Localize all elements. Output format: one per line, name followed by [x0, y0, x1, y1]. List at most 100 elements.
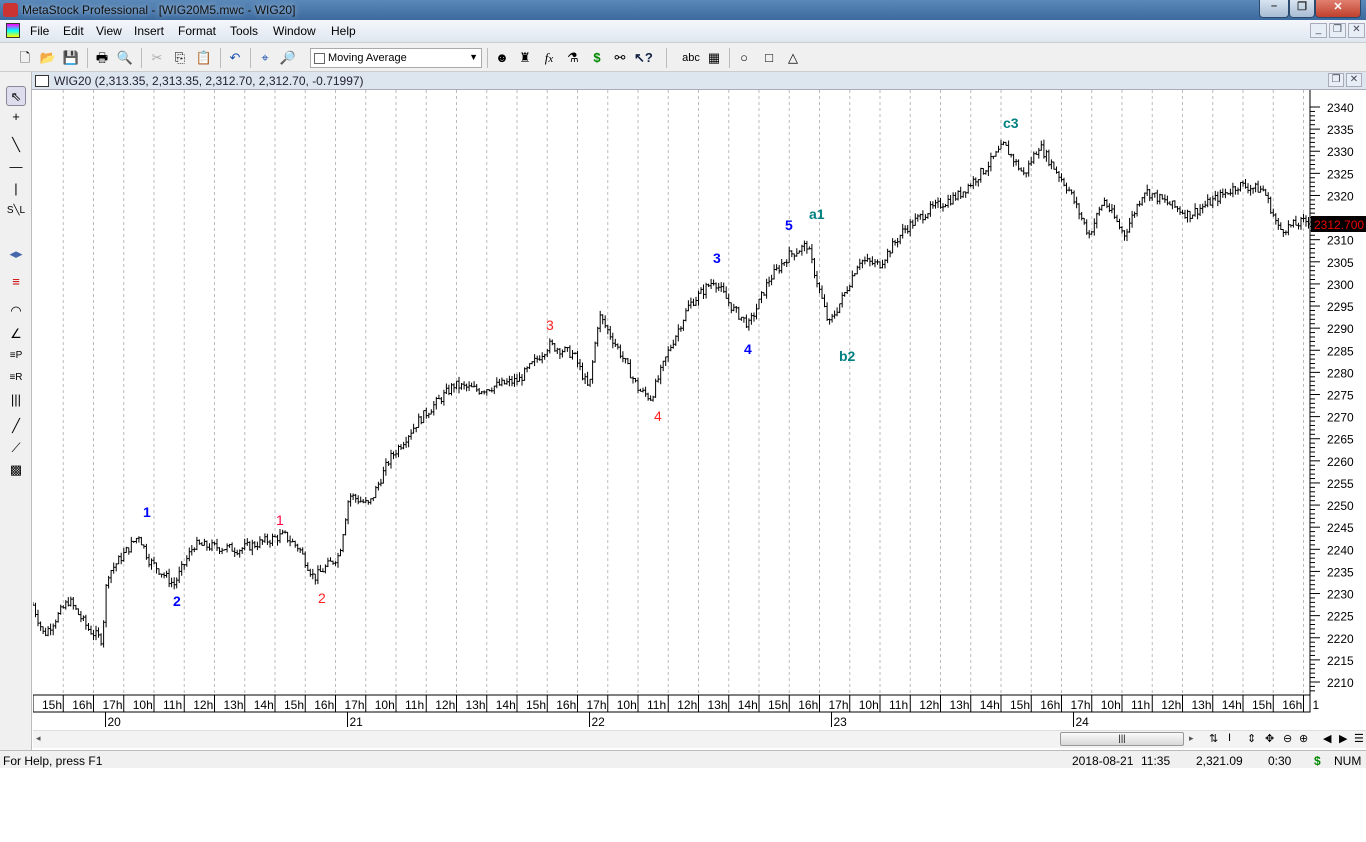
menu-window[interactable]: Window [273, 24, 316, 38]
dollar-icon[interactable]: $ [588, 49, 606, 67]
crosshair-tool-icon[interactable]: + [6, 107, 26, 127]
pointer-icon[interactable]: ⇖ [6, 86, 26, 106]
scroll-right-icon[interactable]: ▸ [1189, 733, 1194, 744]
hour-label: 11h [647, 698, 666, 712]
zoom-icon[interactable]: 🔎 [279, 49, 297, 67]
wave-label: 1 [143, 504, 151, 520]
line-tool-icon[interactable]: ╱ [6, 416, 26, 436]
close-button[interactable]: ✕ [1315, 0, 1361, 18]
hour-label: 12h [193, 698, 213, 712]
wave-label: 3 [546, 317, 554, 333]
wave-label: 3 [713, 250, 721, 266]
cycle-lines-icon[interactable]: ||| [6, 390, 26, 410]
zoom-in-icon[interactable]: ⊕ [1299, 732, 1308, 745]
explorer-icon[interactable]: ♜ [516, 49, 534, 67]
day-label: 22 [592, 715, 606, 729]
hour-label: 17h [103, 698, 123, 712]
fib-r-icon[interactable]: ≡R [6, 368, 26, 388]
day-label: 20 [108, 715, 122, 729]
triangle-icon[interactable]: △ [784, 49, 802, 67]
print-icon[interactable]: 🖶 [93, 49, 111, 67]
menu-format[interactable]: Format [178, 24, 216, 38]
price-chart[interactable]: 2340233523302325232023102305230022952290… [33, 90, 1366, 730]
status-bar: For Help, press F1 2018-08-21 11:35 2,32… [0, 750, 1366, 768]
menu-view[interactable]: View [96, 24, 122, 38]
ellipse-icon[interactable]: ○ [735, 49, 753, 67]
expert-advisor-icon[interactable]: ☻ [493, 49, 511, 67]
speed-lines-icon[interactable]: ⟋ [6, 438, 26, 458]
scroll-thumb[interactable]: ||| [1060, 732, 1184, 746]
zoom-out-icon[interactable]: ⊖ [1283, 732, 1292, 745]
hour-label: 17h [829, 698, 849, 712]
move-icon[interactable]: ✥ [1265, 732, 1274, 745]
ibeam-icon[interactable]: I [1228, 732, 1231, 744]
menu-tools[interactable]: Tools [230, 24, 258, 38]
refresh-scale-icon[interactable]: ⇅ [1209, 732, 1218, 745]
text-tool-button[interactable]: abc [680, 49, 702, 67]
horizontal-scrollbar[interactable]: ◂ ||| ▸ ⇅ I ⇕ ✥ ⊖ ⊕ ◀ ▶ ☰ [33, 730, 1366, 748]
open-icon[interactable]: 📂 [39, 49, 57, 67]
binoculars-icon[interactable]: ⚯ [611, 49, 629, 67]
hour-label: 15h [526, 698, 546, 712]
mdi-minimize-button[interactable]: _ [1310, 23, 1327, 38]
help-pointer-icon[interactable]: ↖? [634, 49, 653, 67]
list-icon[interactable]: ☰ [1354, 732, 1364, 745]
crosshair-icon[interactable]: ⌖ [256, 49, 274, 67]
hour-label: 14h [254, 698, 274, 712]
mdi-close-button[interactable]: ✕ [1348, 23, 1365, 38]
y-tick-label: 2245 [1327, 521, 1354, 535]
hour-label: 16h [314, 698, 334, 712]
new-icon[interactable]: 🗋 [16, 49, 34, 67]
print-preview-icon[interactable]: 🔍 [116, 49, 134, 67]
arcs-icon[interactable]: ◠ [6, 301, 26, 321]
day-label: 21 [350, 715, 364, 729]
y-tick-label: 2285 [1327, 344, 1354, 358]
menu-help[interactable]: Help [331, 24, 356, 38]
undo-icon[interactable]: ↶ [226, 49, 244, 67]
cut-icon[interactable]: ✂ [148, 49, 166, 67]
horizontal-line-icon[interactable]: — [6, 157, 26, 177]
hour-label: 10h [859, 698, 879, 712]
mdi-restore-button[interactable]: ❐ [1329, 23, 1346, 38]
next-icon[interactable]: ▶ [1339, 732, 1347, 745]
y-tick-label: 2320 [1327, 189, 1354, 203]
hour-label: 14h [1222, 698, 1242, 712]
prev-icon[interactable]: ◀ [1323, 732, 1331, 745]
rectangle-icon[interactable]: □ [760, 49, 778, 67]
fan-lines-icon[interactable]: ∠ [6, 324, 26, 344]
menu-insert[interactable]: Insert [134, 24, 164, 38]
hour-label: 10h [1101, 698, 1121, 712]
grid-icon[interactable]: ▦ [705, 49, 723, 67]
hour-label: 16h [556, 698, 576, 712]
wave-label: 5 [785, 217, 793, 233]
menu-edit[interactable]: Edit [63, 24, 84, 38]
scroll-arrows-icon[interactable]: ◂▸ [6, 244, 26, 264]
vertical-line-icon[interactable]: | [6, 179, 26, 199]
indicator-select[interactable]: Moving Average ▼ [310, 48, 482, 68]
hour-label: 12h [919, 698, 939, 712]
maximize-button[interactable]: ❐ [1289, 0, 1315, 18]
y-tick-label: 2270 [1327, 411, 1354, 425]
vertical-resize-icon[interactable]: ⇕ [1247, 732, 1256, 745]
chart-restore-button[interactable]: ❐ [1328, 73, 1344, 87]
paste-icon[interactable]: 📋 [195, 49, 213, 67]
chart-close-button[interactable]: ✕ [1346, 73, 1362, 87]
save-icon[interactable]: 💾 [62, 49, 80, 67]
hour-label: 15h [768, 698, 788, 712]
scroll-left-icon[interactable]: ◂ [36, 733, 41, 744]
system-tester-icon[interactable]: ⚗ [564, 49, 582, 67]
channel-icon[interactable]: ≡ [6, 272, 26, 292]
hour-label: 13h [1192, 698, 1212, 712]
menu-file[interactable]: File [30, 24, 49, 38]
y-tick-label: 2230 [1327, 588, 1354, 602]
y-tick-label: 2225 [1327, 610, 1354, 624]
gann-grid-icon[interactable]: ▩ [6, 460, 26, 480]
y-tick-label: 2310 [1327, 234, 1354, 248]
support-resistance-icon[interactable]: S╲L [6, 201, 26, 221]
y-tick-label: 2300 [1327, 278, 1354, 292]
indicator-builder-icon[interactable]: fx [540, 49, 558, 67]
trendline-icon[interactable]: ╲ [6, 135, 26, 155]
minimize-button[interactable]: – [1259, 0, 1289, 18]
fib-retracement-icon[interactable]: ≡P [6, 346, 26, 366]
copy-icon[interactable]: ⎘ [171, 49, 189, 67]
